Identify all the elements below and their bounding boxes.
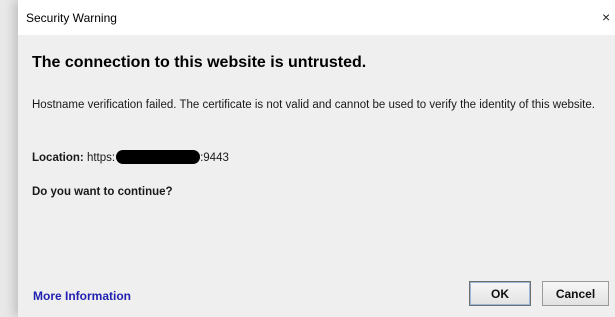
cancel-button[interactable]: Cancel	[542, 281, 609, 306]
location-line: Location: https: :9443	[32, 150, 229, 164]
warning-headline: The connection to this website is untrus…	[32, 54, 367, 71]
more-information-link[interactable]: More Information	[33, 289, 131, 303]
continue-question: Do you want to continue?	[32, 186, 173, 198]
warning-message: Hostname verification failed. The certif…	[32, 99, 595, 111]
close-icon[interactable]: ×	[602, 7, 615, 27]
location-url-prefix: https:	[83, 152, 116, 164]
location-url-port: :9443	[200, 152, 229, 164]
dialog-titlebar[interactable]: Security Warning ×	[18, 0, 615, 35]
ok-button[interactable]: OK	[469, 281, 531, 306]
dialog-content: The connection to this website is untrus…	[18, 35, 615, 317]
redaction-mark	[116, 150, 201, 164]
location-label: Location:	[32, 152, 84, 164]
dialog-title: Security Warning	[26, 11, 117, 25]
security-warning-dialog: Security Warning × The connection to thi…	[18, 0, 615, 317]
